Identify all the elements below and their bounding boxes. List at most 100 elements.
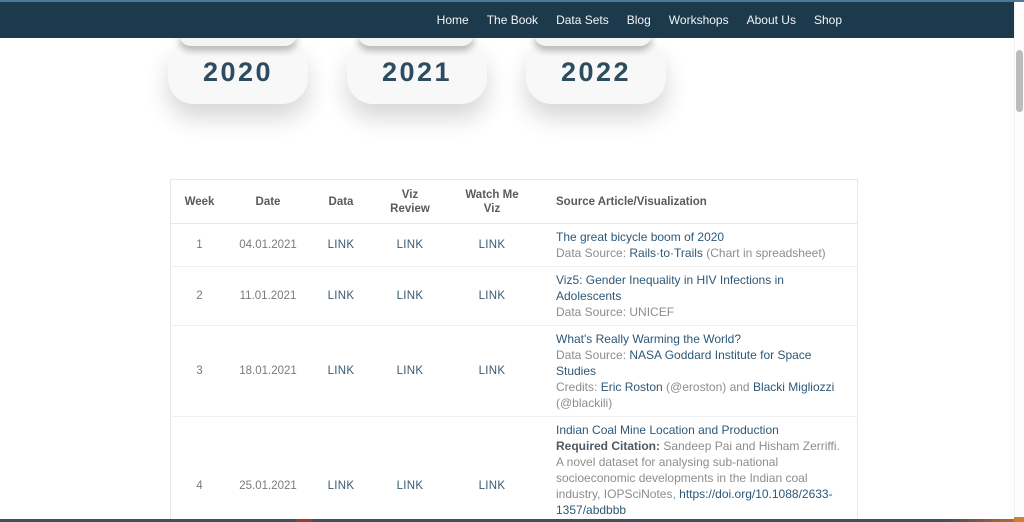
source-article-link[interactable]: What's Really Warming the World? — [556, 332, 741, 346]
source-text: Credits: — [556, 380, 601, 394]
viz-schedule-table: Week Date Data Viz Review Watch Me Viz Source… — [170, 179, 858, 522]
watch-me-viz-link[interactable]: LINK — [479, 365, 506, 377]
data-link: LINK — [308, 290, 374, 302]
header-label: Date — [256, 195, 281, 209]
header-label: Viz Review — [387, 188, 433, 216]
header-source-article-visualization: Source Article/Visualization — [538, 195, 857, 209]
viz-review-link: LINK — [374, 365, 446, 377]
source-paragraph: Data Source: UNICEF — [556, 304, 843, 320]
watch-me-viz-link[interactable]: LINK — [479, 290, 506, 302]
viz-review-link: LINK — [374, 480, 446, 492]
year-button-2020[interactable]: 2020 — [168, 40, 308, 104]
nav-item-shop[interactable]: Shop — [812, 9, 844, 31]
source-paragraph: The great bicycle boom of 2020 — [556, 229, 843, 245]
nav-item-home[interactable]: Home — [435, 9, 471, 31]
source-paragraph: Required Citation: Sandeep Pai and Hisha… — [556, 438, 843, 518]
data-link[interactable]: LINK — [328, 480, 355, 492]
source-article-link[interactable]: Indian Coal Mine Location and Production — [556, 423, 779, 437]
week-cell: 2 — [171, 290, 228, 302]
year-button-2021[interactable]: 2021 — [347, 40, 487, 104]
source-text: Data Source: UNICEF — [556, 305, 674, 319]
viz-review-link[interactable]: LINK — [397, 290, 424, 302]
source-article-link[interactable]: Viz5: Gender Inequality in HIV Infection… — [556, 273, 784, 303]
nav-item-data-sets[interactable]: Data Sets — [554, 9, 611, 31]
date-cell: 25.01.2021 — [228, 480, 308, 492]
source-text: (@blackili) — [556, 396, 612, 410]
date-cell: 04.01.2021 — [228, 239, 308, 251]
source-cell: The great bicycle boom of 2020Data Sourc… — [538, 229, 857, 261]
source-cell: What's Really Warming the World?Data Sou… — [538, 331, 857, 411]
source-paragraph: What's Really Warming the World? — [556, 331, 843, 347]
viz-review-link[interactable]: LINK — [397, 480, 424, 492]
source-paragraph: Indian Coal Mine Location and Production — [556, 422, 843, 438]
header-date: Date — [228, 195, 308, 209]
nav-item-blog[interactable]: Blog — [625, 9, 653, 31]
week-cell-label: 4 — [196, 480, 202, 492]
watch-me-viz-link[interactable]: LINK — [479, 239, 506, 251]
watch-me-viz-link: LINK — [446, 365, 538, 377]
data-link: LINK — [308, 239, 374, 251]
nav-item-the-book[interactable]: The Book — [485, 9, 540, 31]
main-nav: Home The Book Data Sets Blog Workshops About … — [0, 1, 1014, 38]
watch-me-viz-link: LINK — [446, 480, 538, 492]
source-article-link[interactable]: The great bicycle boom of 2020 — [556, 230, 724, 244]
date-cell-label: 11.01.2021 — [240, 290, 297, 302]
week-cell: 3 — [171, 365, 228, 377]
source-inline-link[interactable]: Rails·to·Trails — [629, 246, 703, 260]
window-top-border — [0, 0, 1024, 2]
date-cell: 18.01.2021 — [228, 365, 308, 377]
source-paragraph: Data Source: NASA Goddard Institute for … — [556, 347, 843, 379]
source-text: (Chart in spreadsheet) — [703, 246, 826, 260]
watch-me-viz-link: LINK — [446, 290, 538, 302]
viz-review-link[interactable]: LINK — [397, 239, 424, 251]
viz-review-link: LINK — [374, 290, 446, 302]
table-header-row: Week Date Data Viz Review Watch Me Viz Source… — [171, 180, 857, 224]
header-label: Data — [329, 195, 354, 209]
source-paragraph: Viz5: Gender Inequality in HIV Infection… — [556, 272, 843, 304]
watch-me-viz-link: LINK — [446, 239, 538, 251]
source-text: Required Citation: — [556, 439, 660, 453]
source-text: (@eroston) and — [663, 380, 753, 394]
next-section-accent-corner — [1014, 517, 1024, 522]
week-cell-label: 3 — [196, 365, 202, 377]
table-row: 4 25.01.2021 LINK LINK LINK Indian Coal Mine … — [171, 417, 857, 522]
source-text: Data Source: — [556, 348, 629, 362]
table-row: 1 04.01.2021 LINK LINK LINK The great bicycle… — [171, 224, 857, 267]
date-cell-label: 04.01.2021 — [239, 239, 297, 251]
source-cell: Indian Coal Mine Location and Production… — [538, 422, 857, 522]
watch-me-viz-link[interactable]: LINK — [479, 480, 506, 492]
source-paragraph: Credits: Eric Roston (@eroston) and Blac… — [556, 379, 843, 411]
data-link: LINK — [308, 480, 374, 492]
week-cell-label: 2 — [196, 290, 202, 302]
nav-item-about-us[interactable]: About Us — [745, 9, 798, 31]
data-link[interactable]: LINK — [328, 239, 355, 251]
source-cell: Viz5: Gender Inequality in HIV Infection… — [538, 272, 857, 320]
week-cell: 4 — [171, 480, 228, 492]
year-button-2022[interactable]: 2022 — [526, 40, 666, 104]
source-inline-link[interactable]: Blacki Migliozzi — [753, 380, 834, 394]
scrollbar-thumb[interactable] — [1016, 50, 1023, 112]
table-body: 1 04.01.2021 LINK LINK LINK The great bicycle… — [171, 224, 857, 522]
viz-review-link: LINK — [374, 239, 446, 251]
week-cell-label: 1 — [196, 239, 202, 251]
data-link: LINK — [308, 365, 374, 377]
header-data: Data — [308, 195, 374, 209]
data-link[interactable]: LINK — [328, 365, 355, 377]
source-inline-link[interactable]: Eric Roston — [601, 380, 663, 394]
data-link[interactable]: LINK — [328, 290, 355, 302]
header-viz-review: Viz Review — [374, 188, 446, 216]
viz-review-link[interactable]: LINK — [397, 365, 424, 377]
header-label: Week — [185, 195, 215, 209]
header-week: Week — [171, 195, 228, 209]
nav-item-workshops[interactable]: Workshops — [667, 9, 731, 31]
header-watch-me-viz: Watch Me Viz — [446, 188, 538, 216]
date-cell-label: 25.01.2021 — [239, 480, 297, 492]
source-text: Data Source: — [556, 246, 629, 260]
source-paragraph: Data Source: Rails·to·Trails (Chart in s… — [556, 245, 843, 261]
date-cell-label: 18.01.2021 — [239, 365, 297, 377]
date-cell: 11.01.2021 — [228, 290, 308, 302]
header-label: Source Article/Visualization — [556, 195, 707, 209]
table-row: 2 11.01.2021 LINK LINK LINK Viz5: Gender Ineq… — [171, 267, 857, 326]
header-label: Watch Me Viz — [461, 188, 523, 216]
table-row: 3 18.01.2021 LINK LINK LINK What's Really War… — [171, 326, 857, 417]
